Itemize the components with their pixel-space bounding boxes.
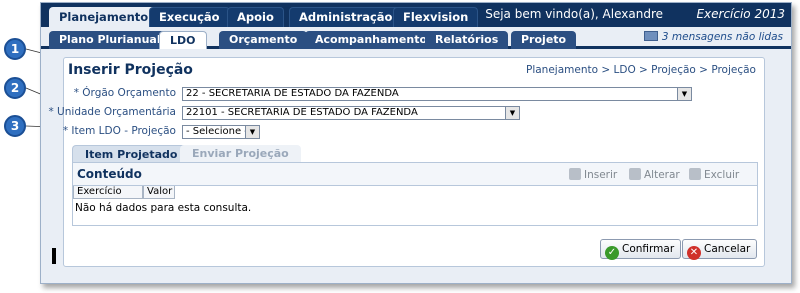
orgao-orcamento-value: 22 - SECRETARIA DE ESTADO DA FAZENDA	[186, 88, 399, 99]
pencil-icon	[629, 168, 641, 180]
empty-state-message: Não há dados para esta consulta.	[75, 202, 252, 214]
page-title: Inserir Projeção	[68, 62, 193, 78]
trash-icon	[689, 168, 701, 180]
insert-label: Inserir	[584, 169, 618, 181]
insert-projection-panel: Inserir Projeção Planejamento > LDO > Pr…	[48, 57, 765, 267]
tab-item-projetado[interactable]: Item Projetado	[72, 145, 191, 162]
edit-button[interactable]: Alterar	[629, 168, 680, 181]
app-window: Planejamento Execução Apoio Administraçã…	[40, 2, 792, 284]
top-tab-administracao[interactable]: Administração	[289, 7, 403, 27]
content-title: Conteúdo	[77, 167, 142, 181]
unread-messages-link[interactable]: 3 mensagens não lidas	[643, 31, 783, 43]
breadcrumb: Planejamento > LDO > Projeção > Projeção	[526, 64, 756, 76]
sub-tab-projeto[interactable]: Projeto	[511, 31, 577, 49]
column-header-exercicio[interactable]: Exercício	[73, 186, 143, 199]
edit-label: Alterar	[644, 169, 680, 181]
callout-marker-3: 3	[4, 115, 26, 137]
cancel-label: Cancelar	[704, 243, 751, 255]
delete-button[interactable]: Excluir	[689, 168, 739, 181]
orgao-orcamento-label: * Órgão Orçamento	[73, 87, 176, 99]
sidebar-toggle-handle[interactable]	[52, 248, 56, 264]
welcome-text: Seja bem vindo(a), Alexandre	[485, 7, 663, 21]
unread-messages-label: 3 mensagens não lidas	[661, 31, 783, 43]
chevron-down-icon[interactable]: ▼	[677, 88, 691, 100]
sub-tab-plano-plurianual[interactable]: Plano Plurianual	[49, 31, 171, 49]
sub-tab-ldo[interactable]: LDO	[159, 31, 207, 49]
tab-enviar-projecao[interactable]: Enviar Projeção	[180, 145, 301, 162]
close-icon: ✕	[687, 246, 701, 260]
item-ldo-projecao-select[interactable]: - Selecione - ▼	[182, 125, 260, 139]
column-header-valor[interactable]: Valor	[143, 186, 175, 199]
chevron-down-icon[interactable]: ▼	[505, 107, 519, 119]
orgao-orcamento-select[interactable]: 22 - SECRETARIA DE ESTADO DA FAZENDA ▼	[182, 87, 692, 101]
callout-marker-1: 1	[4, 38, 26, 60]
sub-tab-orcamento[interactable]: Orçamento	[219, 31, 308, 49]
sub-tab-relatorios[interactable]: Relatórios	[425, 31, 509, 49]
unidade-orcamentaria-value: 22101 - SECRETARIA DE ESTADO DA FAZENDA	[186, 107, 418, 118]
data-grid: Exercício Valor Não há dados para esta c…	[73, 185, 757, 225]
confirm-label: Confirmar	[622, 243, 675, 255]
top-tab-flexvision[interactable]: Flexvision	[393, 7, 479, 27]
top-tab-planejamento[interactable]: Planejamento	[49, 7, 159, 27]
unidade-orcamentaria-select[interactable]: 22101 - SECRETARIA DE ESTADO DA FAZENDA …	[182, 106, 520, 120]
sub-tab-acompanhamento[interactable]: Acompanhamento	[305, 31, 438, 49]
item-ldo-projecao-label: * Item LDO - Projeção	[62, 125, 176, 137]
delete-label: Excluir	[704, 169, 740, 181]
chevron-down-icon[interactable]: ▼	[245, 126, 259, 138]
exercise-year: Exercício 2013	[696, 7, 785, 21]
envelope-icon	[643, 31, 658, 41]
top-navigation-bar: Planejamento Execução Apoio Administraçã…	[41, 3, 791, 27]
sub-navigation-bar: Plano Plurianual LDO Orçamento Acompanha…	[41, 27, 791, 49]
item-ldo-projecao-value: - Selecione -	[186, 126, 248, 137]
top-tab-execucao[interactable]: Execução	[149, 7, 230, 27]
callout-marker-2: 2	[4, 77, 26, 99]
unidade-orcamentaria-label: * Unidade Orçamentária	[48, 106, 176, 118]
confirm-button[interactable]: ✓ Confirmar	[600, 239, 682, 260]
insert-button[interactable]: Inserir	[569, 168, 617, 181]
plus-icon	[569, 168, 581, 180]
cancel-button[interactable]: ✕ Cancelar	[682, 239, 758, 260]
check-icon: ✓	[605, 246, 619, 260]
content-section: Conteúdo Inserir Alterar Excluir Exercíc…	[72, 162, 758, 226]
top-tab-apoio[interactable]: Apoio	[227, 7, 284, 27]
